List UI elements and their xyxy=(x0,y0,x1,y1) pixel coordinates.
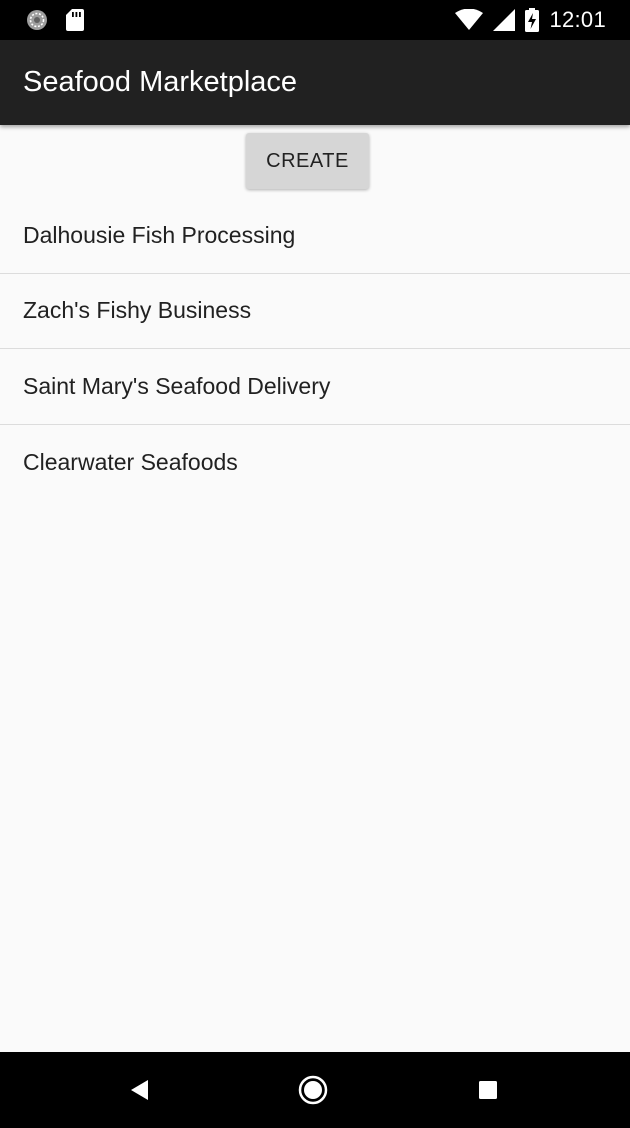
navigation-bar xyxy=(0,1052,630,1128)
list-item[interactable]: Clearwater Seafoods xyxy=(0,425,630,501)
create-button[interactable]: CREATE xyxy=(246,133,369,189)
wifi-icon xyxy=(455,8,484,31)
status-left-icons xyxy=(26,9,84,31)
status-time: 12:01 xyxy=(549,7,606,32)
list-item[interactable]: Dalhousie Fish Processing xyxy=(0,198,630,274)
list-item[interactable]: Saint Mary's Seafood Delivery xyxy=(0,349,630,425)
main-content: CREATE Dalhousie Fish Processing Zach's … xyxy=(0,125,630,1052)
screen: 12:01 Seafood Marketplace CREATE Dalhous… xyxy=(0,0,630,1128)
back-icon[interactable] xyxy=(124,1074,156,1106)
battery-charging-icon xyxy=(525,8,540,32)
app-title: Seafood Marketplace xyxy=(23,66,298,98)
list-item[interactable]: Zach's Fishy Business xyxy=(0,274,630,349)
status-right-icons: 12:01 xyxy=(455,7,606,32)
app-bar: Seafood Marketplace xyxy=(0,40,630,125)
recents-icon[interactable] xyxy=(472,1074,504,1106)
sd-card-icon xyxy=(66,9,84,31)
cell-signal-icon xyxy=(493,9,516,31)
status-bar: 12:01 xyxy=(0,0,630,40)
home-icon[interactable] xyxy=(297,1074,329,1106)
business-list: Dalhousie Fish Processing Zach's Fishy B… xyxy=(0,198,630,500)
sync-icon xyxy=(26,9,48,31)
